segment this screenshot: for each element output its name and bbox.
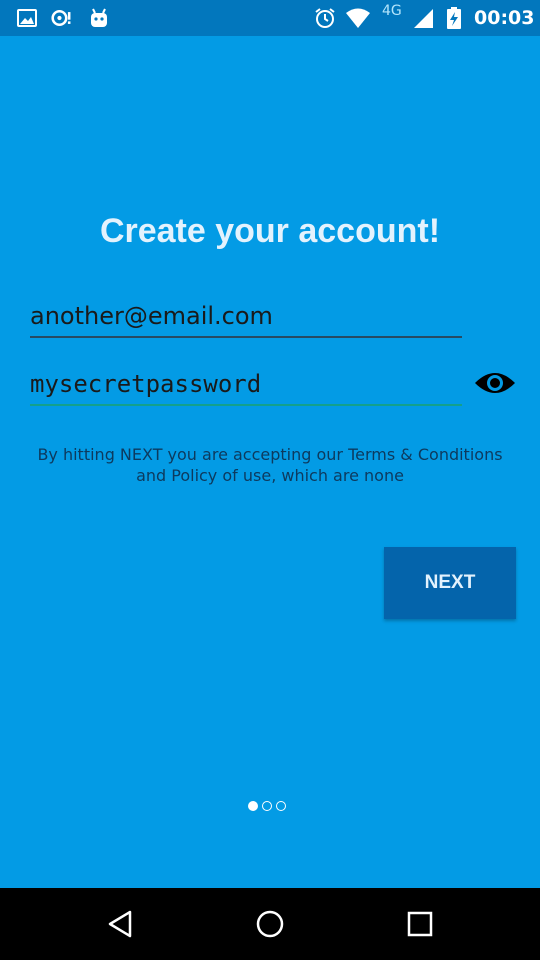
password-underline	[30, 404, 462, 406]
page-dot-1-active	[248, 801, 258, 811]
signal-icon	[414, 9, 433, 28]
wifi-icon	[346, 8, 370, 28]
password-field[interactable]	[30, 364, 462, 404]
back-icon[interactable]	[104, 908, 136, 940]
page-dot-2	[262, 801, 272, 811]
clock-time: 00:03	[474, 7, 535, 29]
page-dot-3	[276, 801, 286, 811]
page-title: Create your account!	[99, 212, 441, 250]
next-button[interactable]: NEXT	[384, 547, 516, 619]
email-field[interactable]	[30, 296, 462, 336]
signup-screen: 4G 00:03 Create your account! By hitting…	[0, 0, 540, 960]
home-icon[interactable]	[254, 908, 286, 940]
image-icon	[17, 9, 37, 27]
email-underline	[30, 336, 462, 338]
battery-charging-icon	[447, 7, 461, 29]
navigation-bar	[0, 888, 540, 960]
android-icon	[91, 8, 107, 27]
network-type-label: 4G	[382, 3, 402, 19]
sync-alert-icon	[51, 9, 71, 27]
terms-text: By hitting NEXT you are accepting our Te…	[37, 445, 503, 485]
recents-icon[interactable]	[404, 908, 436, 940]
alarm-icon	[315, 8, 335, 28]
status-bar: 4G 00:03	[0, 0, 540, 36]
eye-icon[interactable]	[474, 366, 516, 400]
